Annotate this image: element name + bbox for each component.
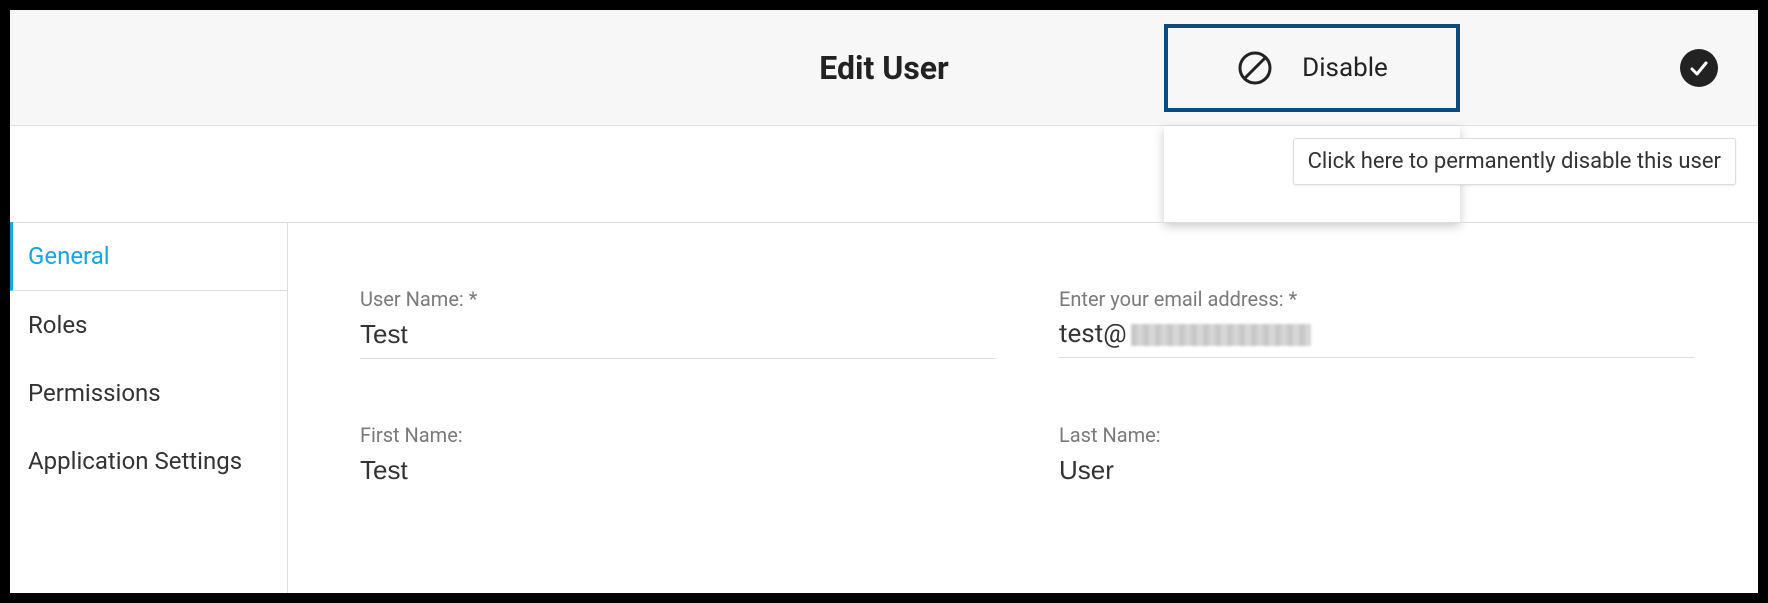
- header-bar: Edit User Disable: [10, 10, 1758, 126]
- firstname-field: First Name:: [360, 359, 995, 494]
- lastname-label: Last Name:: [1059, 423, 1694, 447]
- lastname-field: Last Name:: [1059, 359, 1694, 494]
- page-title: Edit User: [819, 49, 949, 87]
- disable-tooltip: Click here to permanently disable this u…: [1293, 138, 1736, 185]
- email-input[interactable]: test@: [1059, 317, 1694, 358]
- confirm-button[interactable]: [1680, 49, 1718, 87]
- disable-button[interactable]: Disable: [1164, 24, 1460, 112]
- firstname-input[interactable]: [360, 453, 995, 494]
- settings-sidebar: General Roles Permissions Application Se…: [10, 223, 288, 593]
- tab-general[interactable]: General: [10, 222, 287, 291]
- email-label: Enter your email address: *: [1059, 287, 1694, 311]
- form-area: User Name: * Enter your email address: *…: [288, 223, 1758, 593]
- email-prefix: test@: [1059, 319, 1127, 349]
- content-area: General Roles Permissions Application Se…: [10, 222, 1758, 593]
- app-window: Edit User Disable Click here to permanen…: [0, 0, 1768, 603]
- check-icon: [1688, 57, 1710, 79]
- lastname-input[interactable]: [1059, 453, 1694, 494]
- redacted-text: [1131, 324, 1311, 346]
- tab-permissions[interactable]: Permissions: [10, 359, 287, 427]
- tab-roles[interactable]: Roles: [10, 291, 287, 359]
- disable-label: Disable: [1302, 53, 1388, 83]
- prohibit-icon: [1236, 49, 1274, 87]
- username-field: User Name: *: [360, 223, 995, 359]
- username-input[interactable]: [360, 317, 995, 359]
- tab-application-settings[interactable]: Application Settings: [10, 427, 287, 495]
- email-field: Enter your email address: * test@: [1059, 223, 1694, 359]
- username-label: User Name: *: [360, 287, 995, 311]
- firstname-label: First Name:: [360, 423, 995, 447]
